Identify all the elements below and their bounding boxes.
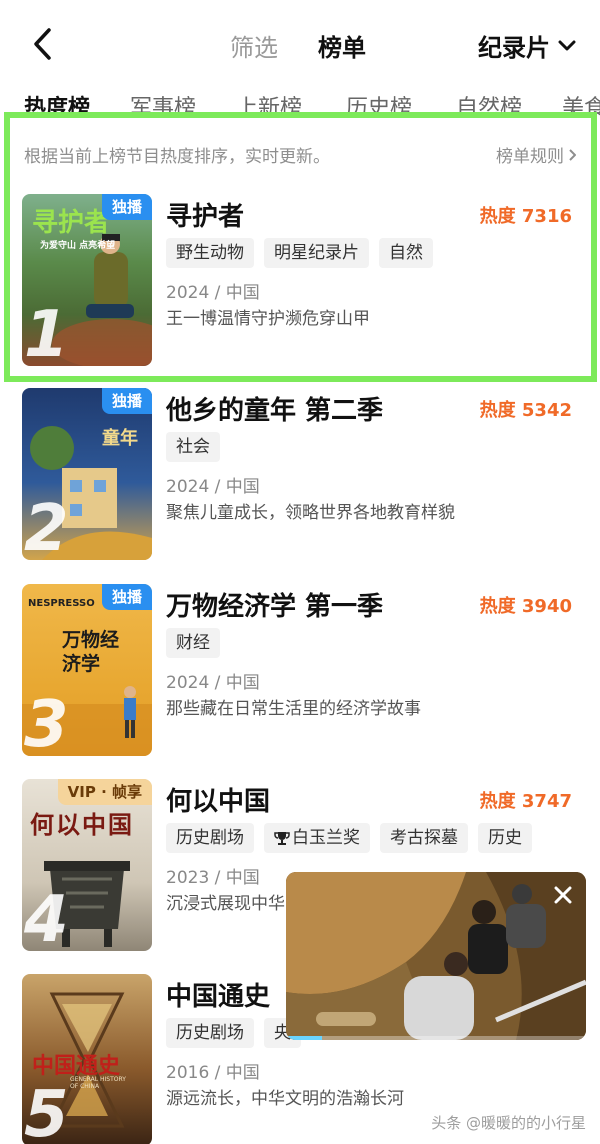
tag[interactable]: 野生动物 [166,238,254,268]
poster-subtitle: GENERAL HISTORY OF CHINA [70,1076,126,1090]
tag-list: 财经 [166,628,220,658]
video-progress-fill [286,1036,322,1040]
tag-list: 历史剧场 央 [166,1018,301,1048]
list-item[interactable]: NESPRESSO 万物经济学 独播 3 万物经济学 第一季 热度 3940 财… [0,584,600,764]
tag[interactable]: 历史剧场 [166,823,254,853]
tag[interactable]: 明星纪录片 [264,238,369,268]
tag[interactable]: 历史剧场 [166,1018,254,1048]
top-bar: 筛选 榜单 纪录片 [0,0,600,88]
poster-title: 万物经济学 [62,629,120,675]
poster-title: 寻护者 [32,208,111,238]
item-title[interactable]: 他乡的童年 第二季 [166,390,383,427]
poster-image[interactable]: NESPRESSO 万物经济学 独播 3 [22,584,152,756]
item-meta: 2024 / 中国 [166,283,260,303]
item-meta: 2023 / 中国 [166,868,260,888]
list-item[interactable]: 童年 独播 2 他乡的童年 第二季 热度 5342 社会 2024 / 中国 聚… [0,388,600,568]
video-frame [286,872,586,1040]
ranking-rules-link[interactable]: 榜单规则 [496,142,576,167]
category-dropdown[interactable]: 纪录片 [478,28,576,63]
item-description: 源远流长，中华文明的浩瀚长河 [166,1089,404,1109]
item-meta: 2016 / 中国 [166,1063,260,1083]
tag-list: 野生动物 明星纪录片 自然 [166,238,433,268]
tag[interactable]: 财经 [166,628,220,658]
tag[interactable]: 考古探墓 [380,823,468,853]
poster-image[interactable]: 何以中国 VIP · 帧享 4 [22,779,152,951]
poster-image[interactable]: 童年 独播 2 [22,388,152,560]
tag-label: 白玉兰奖 [292,828,360,848]
poster-brand: NESPRESSO [28,598,95,609]
poster-image[interactable]: 寻护者 为爱守山 点亮希望 独播 1 [22,194,152,366]
rank-number: 5 [24,1078,69,1144]
rank-number: 4 [24,883,69,951]
category-label: 纪录片 [478,34,550,62]
ranking-description: 根据当前上榜节目热度排序，实时更新。 [24,147,330,167]
floating-video-player[interactable] [286,872,586,1040]
tag[interactable]: 历史 [478,823,532,853]
rank-number: 3 [24,688,69,756]
item-title[interactable]: 寻护者 [166,196,244,233]
chevron-down-icon [558,40,576,50]
tag[interactable]: 自然 [379,238,433,268]
poster-title: 童年 [102,428,138,449]
back-button[interactable] [24,24,60,64]
item-meta: 2024 / 中国 [166,477,260,497]
watermark: 头条 @暖暖的的小行星 [431,1114,586,1132]
item-description: 沉浸式展现中华 [166,894,285,914]
ranking-info: 根据当前上榜节目热度排序，实时更新。 榜单规则 [24,142,576,168]
close-video-button[interactable] [552,884,574,906]
item-meta: 2024 / 中国 [166,673,260,693]
item-description: 王一博温情守护濒危穿山甲 [166,309,370,329]
heat-score: 热度 3940 [479,596,572,617]
item-title[interactable]: 中国通史 [166,976,270,1013]
poster-title: 何以中国 [30,811,134,839]
poster-subtitle: 为爱守山 点亮希望 [40,241,116,251]
vip-badge: VIP · 帧享 [57,779,152,805]
item-title[interactable]: 何以中国 [166,781,270,818]
trophy-icon [274,832,290,845]
rank-number: 2 [24,492,69,560]
exclusive-badge: 独播 [101,194,152,220]
list-item[interactable]: 寻护者 为爱守山 点亮希望 独播 1 寻护者 热度 7316 野生动物 明星纪录… [0,194,600,374]
tag-list: 历史剧场 白玉兰奖 考古探墓 历史 [166,823,532,853]
exclusive-badge: 独播 [101,388,152,414]
tag-list: 社会 [166,432,220,462]
tab-filter[interactable]: 筛选 [230,28,278,63]
exclusive-badge: 独播 [101,584,152,610]
back-arrow-icon [34,28,51,60]
heat-score: 热度 3747 [479,791,572,812]
chevron-right-icon [569,148,576,161]
heat-score: 热度 5342 [479,400,572,421]
tab-rank[interactable]: 榜单 [318,28,366,63]
ranking-rules-label: 榜单规则 [496,147,564,167]
tag-award[interactable]: 白玉兰奖 [264,823,370,853]
item-description: 聚焦儿童成长，领略世界各地教育样貌 [166,503,455,523]
tag[interactable]: 社会 [166,432,220,462]
rank-number: 1 [24,298,69,366]
video-progress-bar[interactable] [286,1036,586,1040]
heat-score: 热度 7316 [479,206,572,227]
poster-image[interactable]: 中国通史 GENERAL HISTORY OF CHINA 5 [22,974,152,1144]
close-icon [554,886,572,904]
item-title[interactable]: 万物经济学 第一季 [166,586,383,623]
item-description: 那些藏在日常生活里的经济学故事 [166,699,421,719]
